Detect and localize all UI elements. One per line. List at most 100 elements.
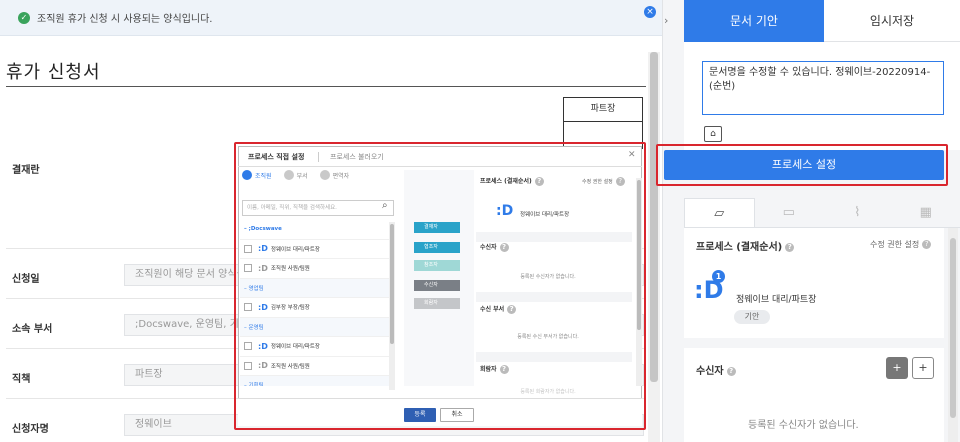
document-name-input[interactable]: 문서명을 수정할 수 있습니다. 정웨이브-20220914-(순번) bbox=[702, 61, 944, 115]
modal-right-scrollbar[interactable] bbox=[636, 178, 642, 386]
modal-receiver-title: 수신자? bbox=[480, 242, 509, 252]
divider bbox=[318, 152, 319, 162]
process-setting-button[interactable]: 프로세스 설정 bbox=[664, 150, 944, 180]
comment-icon[interactable]: ▭ bbox=[755, 198, 824, 227]
list-item[interactable]: :D 김부장 부장/팀장 bbox=[240, 298, 390, 318]
modal-recv-dept-empty: 등록된 수신 부서가 없습니다. bbox=[517, 334, 579, 340]
avatar-icon: :D bbox=[258, 341, 268, 351]
receiver-button[interactable]: 수신자 bbox=[414, 280, 460, 291]
list-item-label: 조직원 사원/팀원 bbox=[270, 266, 310, 273]
approver-button[interactable]: 결재자 bbox=[414, 222, 460, 233]
group-header[interactable]: – 운영팀 bbox=[240, 317, 390, 337]
add-user-outline-icon[interactable]: + bbox=[912, 357, 934, 379]
list-item-label: – 기획팀 bbox=[244, 381, 264, 386]
register-button[interactable]: 등록 bbox=[404, 408, 436, 422]
notice-bar: ✓ 조직원 휴가 신청 시 사용되는 양식입니다. bbox=[0, 0, 662, 36]
list-scrollbar[interactable] bbox=[389, 222, 395, 390]
checkbox[interactable] bbox=[244, 361, 252, 370]
modal-circulate-empty: 등록된 회람자가 없습니다. bbox=[520, 389, 576, 395]
group-header[interactable]: – 기획팀 bbox=[240, 376, 390, 386]
user-icon bbox=[283, 170, 294, 180]
avatar-icon: :D bbox=[258, 361, 268, 371]
help-icon: ? bbox=[922, 240, 932, 249]
page-title: 휴가 신청서 bbox=[6, 62, 101, 83]
search-icon[interactable]: ⌕ bbox=[382, 200, 388, 211]
chevron-right-icon[interactable]: › bbox=[664, 14, 668, 27]
calendar-icon[interactable]: ▦ bbox=[892, 198, 960, 227]
avatar-icon: :D bbox=[258, 302, 268, 312]
perm-setting-link[interactable]: 수정 권한 설정? bbox=[870, 239, 932, 250]
close-icon[interactable]: × bbox=[644, 6, 656, 18]
help-icon: ? bbox=[499, 243, 509, 252]
attachment-icon[interactable]: ⌇ bbox=[823, 198, 892, 227]
tab-temp-save[interactable]: 임시저장 bbox=[824, 0, 960, 42]
list-item[interactable]: :D 조직원 사원/팀원 bbox=[240, 357, 390, 376]
right-scrollbar[interactable] bbox=[948, 228, 958, 442]
modal-process-title: 프로세스 (결재순서)? bbox=[480, 176, 544, 186]
user-icon bbox=[242, 170, 252, 180]
checkbox[interactable] bbox=[244, 342, 252, 351]
list-item-label: – ;Docswave bbox=[244, 226, 282, 233]
help-icon[interactable]: ? bbox=[785, 242, 795, 252]
tab-direct-setting[interactable]: 프로세스 직접 설정 bbox=[248, 152, 304, 162]
checkbox[interactable] bbox=[244, 244, 252, 253]
cancel-button[interactable]: 취소 bbox=[440, 408, 474, 422]
divider bbox=[6, 86, 646, 87]
filter-dept[interactable]: 부서 bbox=[283, 170, 308, 180]
group-header[interactable]: – ;Docswave bbox=[240, 220, 390, 240]
modal-perm-link[interactable]: 수정 권한 설정? bbox=[582, 177, 625, 186]
order-badge: 1 bbox=[712, 270, 725, 283]
receiver-empty-text: 등록된 수신자가 없습니다. bbox=[748, 420, 859, 431]
approver-name: 정웨이브 대리/파트장 bbox=[736, 295, 817, 305]
list-item[interactable]: :D 정웨이브 대리/파트장 bbox=[240, 240, 390, 259]
add-user-icon[interactable]: + bbox=[886, 357, 908, 379]
page: ✓ 조직원 휴가 신청 시 사용되는 양식입니다. × 휴가 신청서 파트장 결… bbox=[0, 0, 960, 442]
divider bbox=[238, 166, 642, 167]
modal-receiver-empty: 등록된 수신자가 없습니다. bbox=[520, 274, 576, 280]
help-icon: ? bbox=[615, 177, 625, 186]
close-icon[interactable]: ✕ bbox=[628, 150, 636, 160]
list-item-label: 조직원 사원/팀원 bbox=[270, 363, 310, 370]
check-circle-icon: ✓ bbox=[18, 11, 30, 24]
member-search-input[interactable]: 이름, 아메일, 직위, 직책을 검색하세요. bbox=[242, 200, 394, 216]
list-item-label: 김부장 부장/팀장 bbox=[270, 305, 310, 312]
tag-icon[interactable]: ⌂ bbox=[704, 126, 722, 142]
tab-draft[interactable]: 문서 기안 bbox=[684, 0, 824, 42]
member-list: – ;Docswave:D 정웨이브 대리/파트장:D 조직원 사원/팀원 – 영업팀… bbox=[240, 220, 390, 386]
avatar: :D 1 bbox=[694, 270, 725, 304]
status-badge: 기안 bbox=[734, 310, 770, 324]
modal-approver-name: 정웨이브 대리/파트장 bbox=[520, 212, 570, 218]
list-item[interactable]: :D 조직원 사원/팀원 bbox=[240, 259, 390, 279]
checkbox[interactable] bbox=[244, 264, 252, 273]
help-icon[interactable]: ? bbox=[726, 366, 736, 376]
cooperator-button[interactable]: 협조자 bbox=[414, 242, 460, 253]
list-item-label: 정웨이브 대리/파트장 bbox=[270, 344, 320, 351]
list-item-label: – 운영팀 bbox=[244, 324, 264, 331]
list-item-label: – 영업팀 bbox=[244, 285, 264, 292]
row-label-dept: 소속 부서 bbox=[12, 324, 53, 335]
process-title: 프로세스 (결재순서)? bbox=[696, 238, 795, 253]
modal-circulate-title: 회람자? bbox=[480, 364, 509, 374]
tab-load-process[interactable]: 프로세스 불러오기 bbox=[330, 152, 384, 162]
reference-button[interactable]: 참조자 bbox=[414, 260, 460, 271]
list-item[interactable]: :D 정웨이브 대리/파트장 bbox=[240, 337, 390, 357]
icon-tabs: ▱ ▭ ⌇ ▦ bbox=[684, 198, 960, 228]
filter-member[interactable]: 조직원 bbox=[242, 170, 272, 180]
group-header[interactable]: – 영업팀 bbox=[240, 278, 390, 298]
modal-recv-dept-title: 수신 부서? bbox=[480, 304, 517, 314]
help-icon: ? bbox=[507, 305, 517, 314]
receiver-title: 수신자? bbox=[696, 362, 736, 377]
approval-column-header: 파트장 bbox=[564, 98, 642, 122]
list-item-label: 정웨이브 대리/파트장 bbox=[270, 246, 320, 253]
help-icon: ? bbox=[534, 177, 544, 186]
document-icon[interactable]: ▱ bbox=[684, 198, 755, 227]
avatar-icon: :D bbox=[258, 263, 268, 273]
avatar-icon: :D bbox=[258, 244, 268, 254]
user-icon bbox=[319, 170, 330, 180]
circulate-button[interactable]: 회람자 bbox=[414, 298, 460, 309]
row-label-name: 신청자명 bbox=[12, 424, 49, 435]
checkbox[interactable] bbox=[244, 303, 252, 312]
main-scrollbar[interactable] bbox=[648, 52, 660, 442]
row-label-position: 직책 bbox=[12, 374, 31, 385]
filter-other[interactable]: 편역자 bbox=[319, 170, 349, 180]
